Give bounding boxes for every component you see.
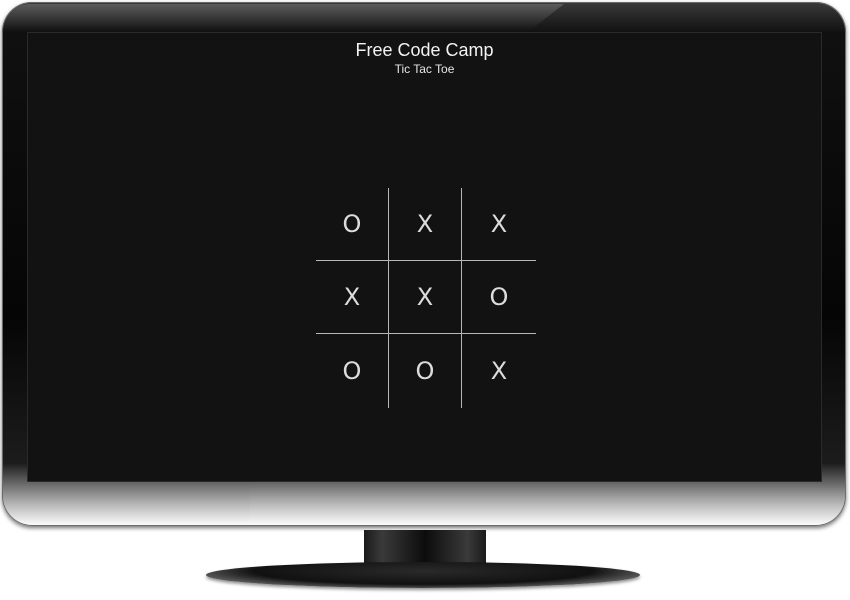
board-cell-0-1[interactable]: X: [389, 188, 462, 261]
page-title: Free Code Camp: [355, 40, 494, 60]
page-subtitle: Tic Tac Toe: [394, 62, 455, 76]
board-cell-0-2[interactable]: X: [462, 188, 536, 261]
board-cell-1-2[interactable]: O: [462, 261, 536, 334]
monitor-frame: Free Code Camp Tic Tac Toe O X X X X O O…: [0, 0, 850, 600]
board-cell-1-0[interactable]: X: [316, 261, 389, 334]
board-cell-1-1[interactable]: X: [389, 261, 462, 334]
board-cell-0-0[interactable]: O: [316, 188, 389, 261]
board-cell-2-0[interactable]: O: [316, 334, 389, 408]
board-cell-2-2[interactable]: X: [462, 334, 536, 408]
tic-tac-toe-board: O X X X X O O O X: [316, 188, 536, 408]
monitor-screen: Free Code Camp Tic Tac Toe O X X X X O O…: [27, 32, 822, 482]
monitor-stand-base: [206, 562, 640, 588]
board-cell-2-1[interactable]: O: [389, 334, 462, 408]
bezel-reflection: [250, 482, 846, 522]
bezel-highlight: [4, 4, 564, 30]
